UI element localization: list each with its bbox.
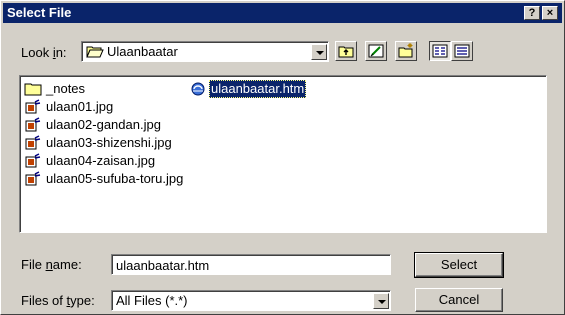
- look-in-label: Look in:: [21, 45, 67, 60]
- look-in-dropdown[interactable]: Ulaanbaatar: [81, 41, 329, 62]
- folder-open-icon: [86, 46, 104, 58]
- files-of-type-value: All Files (*.*): [116, 293, 188, 308]
- dialog-title: Select File: [7, 5, 72, 20]
- up-one-level-button[interactable]: [335, 41, 357, 61]
- desktop-icon: [368, 44, 384, 58]
- list-view-button[interactable]: [429, 41, 451, 61]
- new-folder-button[interactable]: [395, 41, 417, 61]
- help-button[interactable]: ?: [524, 6, 540, 20]
- file-name-value: ulaanbaatar.htm: [112, 255, 390, 274]
- look-in-value: Ulaanbaatar: [107, 44, 178, 59]
- file-list[interactable]: _notes ulaan01.jpg ulaan02-gandan.jpg ul…: [19, 75, 547, 233]
- image-file-icon: [25, 117, 41, 132]
- file-name-input[interactable]: ulaanbaatar.htm: [111, 254, 391, 275]
- close-button[interactable]: ×: [542, 6, 558, 20]
- details-view-button[interactable]: [451, 41, 473, 61]
- list-view-icon: [432, 44, 448, 58]
- select-button[interactable]: Select: [414, 252, 504, 278]
- desktop-button[interactable]: [365, 41, 387, 61]
- folder-icon: [24, 83, 42, 96]
- image-file-icon: [25, 99, 41, 114]
- title-bar: Select File ? ×: [3, 3, 562, 23]
- image-file-icon: [25, 171, 41, 186]
- image-file-icon: [25, 153, 41, 168]
- new-folder-icon: [398, 43, 413, 58]
- chevron-down-icon[interactable]: [311, 44, 327, 60]
- files-of-type-dropdown[interactable]: All Files (*.*): [111, 290, 391, 311]
- chevron-down-icon[interactable]: [373, 293, 389, 309]
- file-name-label: File name:: [21, 257, 82, 272]
- details-view-icon: [454, 44, 470, 58]
- up-folder-icon: [338, 46, 354, 58]
- cancel-button[interactable]: Cancel: [415, 288, 503, 312]
- files-of-type-label: Files of type:: [21, 293, 95, 308]
- select-file-dialog: Select File ? × Look in: Ulaanbaatar _no…: [0, 0, 565, 315]
- image-file-icon: [25, 135, 41, 150]
- html-file-icon: [191, 82, 205, 96]
